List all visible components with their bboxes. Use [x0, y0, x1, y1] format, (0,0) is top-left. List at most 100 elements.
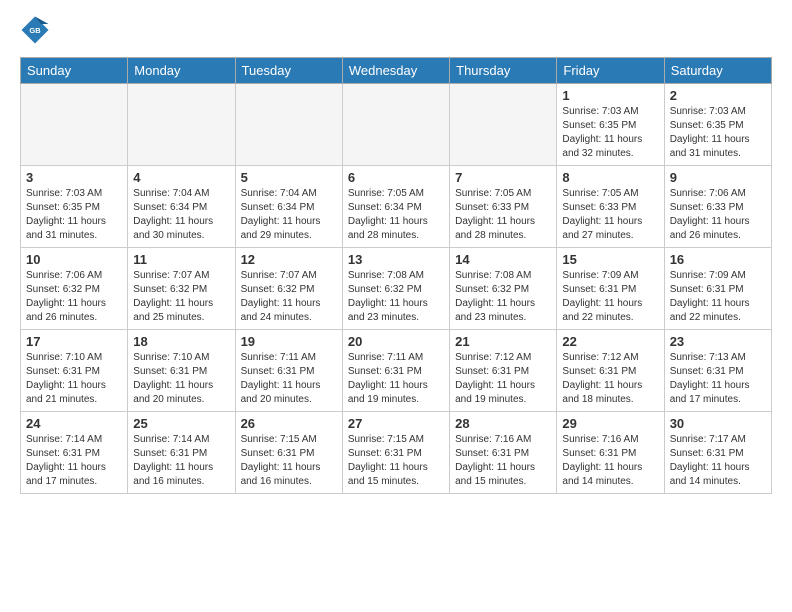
- week-row-5: 24Sunrise: 7:14 AM Sunset: 6:31 PM Dayli…: [21, 412, 772, 494]
- day-cell: [342, 84, 449, 166]
- header: GB: [20, 15, 772, 45]
- day-number: 16: [670, 252, 766, 267]
- day-cell: [21, 84, 128, 166]
- day-info: Sunrise: 7:04 AM Sunset: 6:34 PM Dayligh…: [241, 187, 337, 243]
- day-number: 22: [562, 334, 658, 349]
- day-number: 9: [670, 170, 766, 185]
- day-info: Sunrise: 7:16 AM Sunset: 6:31 PM Dayligh…: [455, 433, 551, 489]
- day-number: 7: [455, 170, 551, 185]
- day-info: Sunrise: 7:12 AM Sunset: 6:31 PM Dayligh…: [455, 351, 551, 407]
- day-cell: 17 Sunrise: 7:10 AM Sunset: 6:31 PM Dayli…: [21, 330, 128, 412]
- day-number: 23: [670, 334, 766, 349]
- day-cell: 28 Sunrise: 7:16 AM Sunset: 6:31 PM Dayli…: [450, 412, 557, 494]
- day-number: 17: [26, 334, 122, 349]
- day-cell: 7 Sunrise: 7:05 AM Sunset: 6:33 PM Daylig…: [450, 166, 557, 248]
- header-row: SundayMondayTuesdayWednesdayThursdayFrid…: [21, 58, 772, 84]
- day-cell: 3 Sunrise: 7:03 AM Sunset: 6:35 PM Daylig…: [21, 166, 128, 248]
- day-info: Sunrise: 7:09 AM Sunset: 6:31 PM Dayligh…: [562, 269, 658, 325]
- day-info: Sunrise: 7:11 AM Sunset: 6:31 PM Dayligh…: [241, 351, 337, 407]
- day-header-sunday: Sunday: [21, 58, 128, 84]
- day-number: 11: [133, 252, 229, 267]
- day-info: Sunrise: 7:17 AM Sunset: 6:31 PM Dayligh…: [670, 433, 766, 489]
- day-cell: 21 Sunrise: 7:12 AM Sunset: 6:31 PM Dayli…: [450, 330, 557, 412]
- day-header-tuesday: Tuesday: [235, 58, 342, 84]
- day-info: Sunrise: 7:11 AM Sunset: 6:31 PM Dayligh…: [348, 351, 444, 407]
- day-cell: [450, 84, 557, 166]
- day-cell: 10Sunrise: 7:06 AM Sunset: 6:32 PM Dayli…: [21, 248, 128, 330]
- day-cell: 30 Sunrise: 7:17 AM Sunset: 6:31 PM Dayli…: [664, 412, 771, 494]
- day-info: Sunrise: 7:06 AM Sunset: 6:33 PM Dayligh…: [670, 187, 766, 243]
- day-number: 4: [133, 170, 229, 185]
- day-cell: 24Sunrise: 7:14 AM Sunset: 6:31 PM Dayli…: [21, 412, 128, 494]
- day-cell: [128, 84, 235, 166]
- day-number: 19: [241, 334, 337, 349]
- day-info: Sunrise: 7:03 AM Sunset: 6:35 PM Dayligh…: [670, 105, 766, 161]
- day-cell: 14 Sunrise: 7:08 AM Sunset: 6:32 PM Dayli…: [450, 248, 557, 330]
- day-info: Sunrise: 7:13 AM Sunset: 6:31 PM Dayligh…: [670, 351, 766, 407]
- day-cell: 22 Sunrise: 7:12 AM Sunset: 6:31 PM Dayli…: [557, 330, 664, 412]
- day-info: Sunrise: 7:05 AM Sunset: 6:33 PM Dayligh…: [562, 187, 658, 243]
- day-cell: 26Sunrise: 7:15 AM Sunset: 6:31 PM Dayli…: [235, 412, 342, 494]
- day-info: Sunrise: 7:05 AM Sunset: 6:34 PM Dayligh…: [348, 187, 444, 243]
- day-number: 30: [670, 416, 766, 431]
- day-header-wednesday: Wednesday: [342, 58, 449, 84]
- day-info: Sunrise: 7:03 AM Sunset: 6:35 PM Dayligh…: [26, 187, 122, 243]
- day-info: Sunrise: 7:14 AM Sunset: 6:31 PM Dayligh…: [26, 433, 122, 489]
- day-number: 14: [455, 252, 551, 267]
- day-info: Sunrise: 7:10 AM Sunset: 6:31 PM Dayligh…: [26, 351, 122, 407]
- page: GB SundayMondayTuesdayWednesdayThursdayF…: [0, 0, 792, 509]
- day-info: Sunrise: 7:07 AM Sunset: 6:32 PM Dayligh…: [241, 269, 337, 325]
- day-info: Sunrise: 7:09 AM Sunset: 6:31 PM Dayligh…: [670, 269, 766, 325]
- day-info: Sunrise: 7:15 AM Sunset: 6:31 PM Dayligh…: [241, 433, 337, 489]
- day-info: Sunrise: 7:16 AM Sunset: 6:31 PM Dayligh…: [562, 433, 658, 489]
- day-number: 8: [562, 170, 658, 185]
- day-cell: 23 Sunrise: 7:13 AM Sunset: 6:31 PM Dayli…: [664, 330, 771, 412]
- day-info: Sunrise: 7:06 AM Sunset: 6:32 PM Dayligh…: [26, 269, 122, 325]
- day-number: 13: [348, 252, 444, 267]
- day-cell: 18Sunrise: 7:10 AM Sunset: 6:31 PM Dayli…: [128, 330, 235, 412]
- day-header-friday: Friday: [557, 58, 664, 84]
- day-info: Sunrise: 7:07 AM Sunset: 6:32 PM Dayligh…: [133, 269, 229, 325]
- day-header-monday: Monday: [128, 58, 235, 84]
- day-info: Sunrise: 7:08 AM Sunset: 6:32 PM Dayligh…: [348, 269, 444, 325]
- day-cell: 11 Sunrise: 7:07 AM Sunset: 6:32 PM Dayli…: [128, 248, 235, 330]
- day-info: Sunrise: 7:15 AM Sunset: 6:31 PM Dayligh…: [348, 433, 444, 489]
- day-cell: [235, 84, 342, 166]
- day-cell: 27Sunrise: 7:15 AM Sunset: 6:31 PM Dayli…: [342, 412, 449, 494]
- svg-text:GB: GB: [29, 26, 41, 35]
- week-row-4: 17 Sunrise: 7:10 AM Sunset: 6:31 PM Dayli…: [21, 330, 772, 412]
- day-number: 3: [26, 170, 122, 185]
- day-header-saturday: Saturday: [664, 58, 771, 84]
- day-number: 29: [562, 416, 658, 431]
- day-cell: 4 Sunrise: 7:04 AM Sunset: 6:34 PM Daylig…: [128, 166, 235, 248]
- week-row-2: 3 Sunrise: 7:03 AM Sunset: 6:35 PM Daylig…: [21, 166, 772, 248]
- day-number: 20: [348, 334, 444, 349]
- day-header-thursday: Thursday: [450, 58, 557, 84]
- day-cell: 9 Sunrise: 7:06 AM Sunset: 6:33 PM Daylig…: [664, 166, 771, 248]
- logo: GB: [20, 15, 54, 45]
- day-info: Sunrise: 7:05 AM Sunset: 6:33 PM Dayligh…: [455, 187, 551, 243]
- day-cell: 16 Sunrise: 7:09 AM Sunset: 6:31 PM Dayli…: [664, 248, 771, 330]
- week-row-3: 10Sunrise: 7:06 AM Sunset: 6:32 PM Dayli…: [21, 248, 772, 330]
- day-number: 21: [455, 334, 551, 349]
- logo-icon: GB: [20, 15, 50, 45]
- day-cell: 20 Sunrise: 7:11 AM Sunset: 6:31 PM Dayli…: [342, 330, 449, 412]
- day-number: 1: [562, 88, 658, 103]
- day-number: 2: [670, 88, 766, 103]
- day-cell: 29 Sunrise: 7:16 AM Sunset: 6:31 PM Dayli…: [557, 412, 664, 494]
- day-cell: 19 Sunrise: 7:11 AM Sunset: 6:31 PM Dayli…: [235, 330, 342, 412]
- day-info: Sunrise: 7:12 AM Sunset: 6:31 PM Dayligh…: [562, 351, 658, 407]
- week-row-1: 1 Sunrise: 7:03 AM Sunset: 6:35 PM Daylig…: [21, 84, 772, 166]
- day-cell: 8 Sunrise: 7:05 AM Sunset: 6:33 PM Daylig…: [557, 166, 664, 248]
- day-number: 12: [241, 252, 337, 267]
- calendar: SundayMondayTuesdayWednesdayThursdayFrid…: [20, 57, 772, 494]
- day-info: Sunrise: 7:04 AM Sunset: 6:34 PM Dayligh…: [133, 187, 229, 243]
- day-cell: 12 Sunrise: 7:07 AM Sunset: 6:32 PM Dayli…: [235, 248, 342, 330]
- day-number: 25: [133, 416, 229, 431]
- day-cell: 15Sunrise: 7:09 AM Sunset: 6:31 PM Dayli…: [557, 248, 664, 330]
- day-cell: 6Sunrise: 7:05 AM Sunset: 6:34 PM Daylig…: [342, 166, 449, 248]
- day-cell: 25 Sunrise: 7:14 AM Sunset: 6:31 PM Dayli…: [128, 412, 235, 494]
- day-info: Sunrise: 7:08 AM Sunset: 6:32 PM Dayligh…: [455, 269, 551, 325]
- day-info: Sunrise: 7:14 AM Sunset: 6:31 PM Dayligh…: [133, 433, 229, 489]
- day-number: 28: [455, 416, 551, 431]
